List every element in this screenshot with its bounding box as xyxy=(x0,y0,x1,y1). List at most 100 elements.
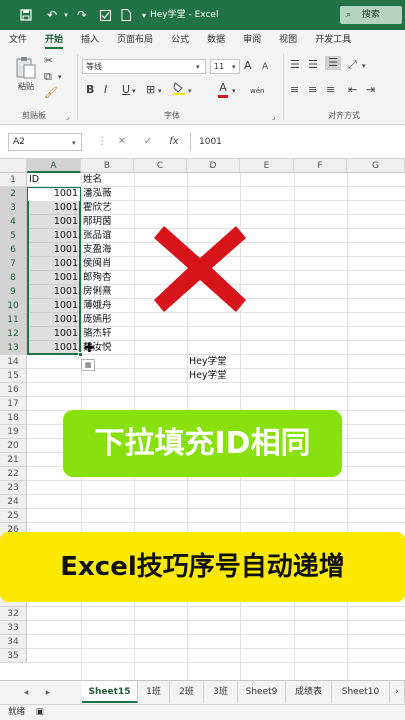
align-top-icon[interactable]: ☰ xyxy=(290,58,300,72)
shrink-font-icon[interactable]: A xyxy=(262,60,268,74)
font-color-icon[interactable]: A xyxy=(218,81,228,98)
enter-icon[interactable]: ✓ xyxy=(138,133,158,151)
cell-id[interactable]: 1001 xyxy=(28,215,80,229)
column-header-d[interactable]: D xyxy=(187,159,240,173)
row-header[interactable]: 13 xyxy=(0,341,27,355)
italic-button[interactable]: I xyxy=(104,83,107,97)
fill-color-icon[interactable] xyxy=(172,81,186,99)
chevron-down-icon[interactable]: ▾ xyxy=(362,59,366,73)
sheet-nav-next-icon[interactable]: ▸ xyxy=(40,685,56,701)
cancel-icon[interactable]: ✕ xyxy=(112,133,132,151)
cell-a1[interactable]: ID xyxy=(29,173,79,187)
row-header[interactable]: 7 xyxy=(0,257,27,271)
column-header-c[interactable]: C xyxy=(134,159,187,173)
cell-id[interactable]: 1001 xyxy=(28,327,80,341)
tab-developer[interactable]: 开发工具 xyxy=(306,32,360,50)
cell-id[interactable]: 1001 xyxy=(28,271,80,285)
chevron-down-icon[interactable]: ▾ xyxy=(232,84,236,98)
row-header[interactable]: 15 xyxy=(0,369,27,383)
tab-formulas[interactable]: 公式 xyxy=(162,32,198,50)
tab-page-layout[interactable]: 页面布局 xyxy=(108,32,162,50)
copy-icon[interactable]: ⧉ xyxy=(44,70,52,84)
align-left-icon[interactable]: ≡ xyxy=(290,83,299,97)
cell-name[interactable]: 薄娥舟 xyxy=(83,299,133,313)
cell-id[interactable]: 1001 xyxy=(28,257,80,271)
decrease-indent-icon[interactable]: ⇤ xyxy=(348,83,357,97)
cell-name[interactable]: 骆杰轩 xyxy=(83,327,133,341)
row-header[interactable]: 2 xyxy=(0,187,27,201)
tab-review[interactable]: 审阅 xyxy=(234,32,270,50)
align-bottom-icon[interactable]: ☰ xyxy=(325,56,341,70)
row-header[interactable]: 23 xyxy=(0,481,27,495)
cell-id[interactable]: 1001 xyxy=(28,341,80,355)
format-painter-icon[interactable]: 🖌 xyxy=(44,86,58,100)
row-header[interactable]: 32 xyxy=(0,607,27,621)
tab-file[interactable]: 文件 xyxy=(0,32,36,50)
cell-id[interactable]: 1001 xyxy=(28,313,80,327)
row-header[interactable]: 3 xyxy=(0,201,27,215)
phonetic-icon[interactable]: wén xyxy=(250,84,264,98)
cut-icon[interactable]: ✂ xyxy=(44,54,53,68)
underline-button[interactable]: U xyxy=(122,83,130,97)
tab-insert[interactable]: 插入 xyxy=(72,32,108,50)
column-header-e[interactable]: E xyxy=(240,159,294,173)
column-header-b[interactable]: B xyxy=(81,159,134,173)
cell-id[interactable]: 1001 xyxy=(28,285,80,299)
sheet-tab-sheet10[interactable]: Sheet10 xyxy=(332,681,390,703)
row-header[interactable]: 22 xyxy=(0,467,27,481)
redo-icon[interactable]: ↷ xyxy=(72,0,92,30)
row-header[interactable]: 19 xyxy=(0,425,27,439)
checkbox-icon[interactable] xyxy=(95,0,115,30)
tab-view[interactable]: 视图 xyxy=(270,32,306,50)
autofill-options-icon[interactable]: ▦ xyxy=(81,359,95,371)
grow-font-icon[interactable]: A xyxy=(244,59,252,73)
sheet-tab-score-table[interactable]: 成绩表 xyxy=(286,681,332,703)
save-icon[interactable] xyxy=(16,0,36,30)
cell-name[interactable]: 霍欣艺 xyxy=(83,201,133,215)
sheet-tab-class3[interactable]: 3班 xyxy=(204,681,238,703)
chevron-down-icon[interactable]: ▾ xyxy=(196,60,200,74)
insert-function-icon[interactable]: fx xyxy=(164,133,184,151)
row-header[interactable]: 21 xyxy=(0,453,27,467)
cell-name[interactable]: 支盈海 xyxy=(83,243,133,257)
row-header[interactable]: 24 xyxy=(0,495,27,509)
row-header[interactable]: 6 xyxy=(0,243,27,257)
align-center-icon[interactable]: ≡ xyxy=(308,83,317,97)
cell-d15[interactable]: Hey学堂 xyxy=(189,369,239,383)
cell-name[interactable]: 郎殉杏 xyxy=(83,271,133,285)
cell-name[interactable]: 邴玥茵 xyxy=(83,215,133,229)
row-header[interactable]: 35 xyxy=(0,649,27,663)
sheet-nav-prev-icon[interactable]: ◂ xyxy=(18,685,34,701)
row-header[interactable]: 25 xyxy=(0,509,27,523)
bold-button[interactable]: B xyxy=(86,83,94,97)
font-launcher-icon[interactable]: ⌟ xyxy=(272,110,275,124)
fill-handle[interactable] xyxy=(78,352,83,357)
cell-id[interactable]: 1001 xyxy=(28,299,80,313)
chevron-down-icon[interactable]: ▾ xyxy=(232,60,236,74)
sheet-tab-class2[interactable]: 2班 xyxy=(170,681,204,703)
chevron-down-icon[interactable]: ▾ xyxy=(158,84,162,98)
cell-name[interactable]: 房俐熹 xyxy=(83,285,133,299)
column-header-a[interactable]: A xyxy=(27,159,81,173)
sheet-tab-more[interactable]: › xyxy=(390,681,405,703)
clipboard-launcher-icon[interactable]: ⌟ xyxy=(66,110,69,124)
orientation-icon[interactable]: ⤢ xyxy=(348,58,357,72)
cell-name[interactable]: 张品谊 xyxy=(83,229,133,243)
name-box[interactable]: A2 xyxy=(8,133,82,151)
sheet-tab-class1[interactable]: 1班 xyxy=(138,681,170,703)
search-box[interactable]: ⌕ 搜索 xyxy=(340,6,402,24)
chevron-down-icon[interactable]: ▾ xyxy=(188,84,192,98)
tab-data[interactable]: 数据 xyxy=(198,32,234,50)
row-header[interactable]: 9 xyxy=(0,285,27,299)
row-header[interactable]: 1 xyxy=(0,173,27,187)
formula-input[interactable]: 1001 xyxy=(190,133,403,151)
column-header-f[interactable]: F xyxy=(294,159,347,173)
cell-b1[interactable]: 姓名 xyxy=(83,173,133,187)
row-header[interactable]: 11 xyxy=(0,313,27,327)
macro-record-icon[interactable]: ▣ xyxy=(36,707,44,717)
cell-id[interactable]: 1001 xyxy=(28,243,80,257)
row-header[interactable]: 20 xyxy=(0,439,27,453)
row-header[interactable]: 10 xyxy=(0,299,27,313)
row-header[interactable]: 17 xyxy=(0,397,27,411)
row-header[interactable]: 12 xyxy=(0,327,27,341)
